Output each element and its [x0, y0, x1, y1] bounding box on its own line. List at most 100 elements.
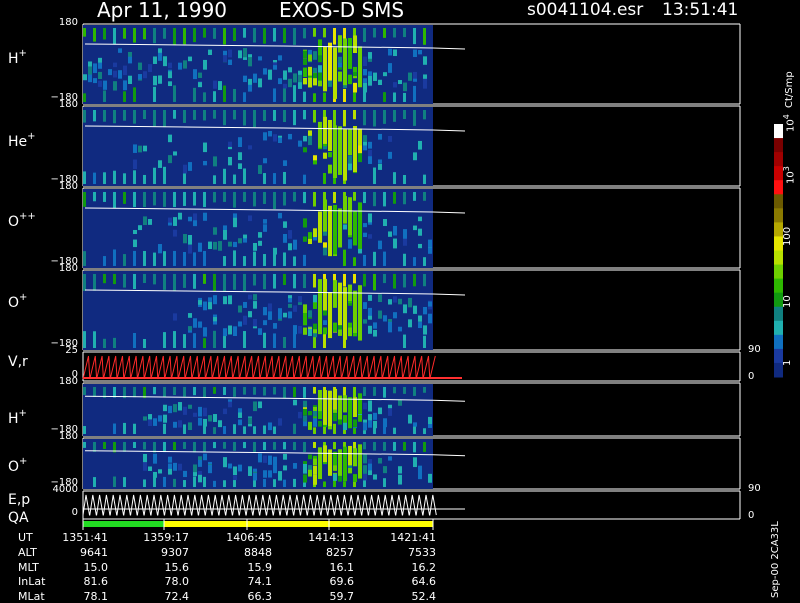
spectrogram-cell	[303, 415, 307, 422]
spectrogram-cell	[163, 251, 166, 266]
spectrogram-cell	[218, 420, 222, 428]
spectrogram-cell	[238, 238, 242, 244]
spectrogram-cell	[308, 66, 312, 76]
spectrogram-cell	[368, 470, 372, 476]
spectrogram-cell	[363, 442, 366, 450]
panel-label-base: O	[8, 214, 20, 230]
spectrogram-cell	[193, 318, 197, 328]
spectrogram-cell	[288, 243, 292, 251]
panel-top-tick: 180	[58, 431, 78, 442]
spectrogram-cell	[273, 110, 276, 121]
spectrogram-cell	[148, 421, 152, 427]
spectrogram-cell	[363, 68, 367, 76]
spectrogram-cell	[408, 319, 412, 328]
spectrogram-cell	[248, 311, 252, 318]
colorbar-segment	[774, 306, 783, 322]
spectrogram-cell	[363, 274, 366, 287]
footer-value: 8848	[244, 546, 272, 559]
spectrogram-cell	[213, 414, 217, 422]
spectrogram-cell	[283, 221, 287, 228]
spectrogram-cell	[243, 256, 246, 266]
colorbar-tick-base: 100	[782, 226, 793, 246]
spectrogram-cell	[123, 110, 126, 121]
spectrogram-cell	[273, 456, 277, 466]
spectrogram-cell	[258, 232, 262, 238]
spectrogram-cell	[353, 274, 356, 284]
footer-value: 59.7	[329, 590, 355, 603]
spectrogram-cell	[413, 152, 417, 161]
spectrogram-cell	[193, 442, 196, 453]
spectrogram-cell	[273, 173, 276, 184]
spectrogram-cell	[188, 326, 192, 331]
spectrogram-cell	[213, 442, 216, 449]
spectrogram-cell	[253, 251, 256, 266]
spectrogram-cell	[343, 481, 346, 487]
spectrogram-cell	[158, 469, 162, 474]
spectrogram-hotspot	[353, 211, 357, 242]
spectrogram-cell	[193, 412, 197, 417]
spectrogram-cell	[183, 164, 187, 174]
spectrogram-cell	[203, 453, 207, 461]
panel-label-sup: +	[18, 48, 27, 59]
spectrogram-cell	[148, 64, 152, 73]
spectrogram-cell	[278, 309, 282, 319]
spectrogram-cell	[213, 175, 216, 184]
spectrogram-cell	[413, 442, 416, 453]
spectrogram-cell	[378, 133, 382, 140]
spectrogram-cell	[268, 455, 272, 463]
ep-right-bottom-tick: 0	[748, 510, 755, 521]
footer-value: 8257	[326, 546, 354, 559]
spectrogram-cell	[163, 110, 166, 128]
spectrogram-cell	[348, 163, 352, 171]
spectrogram-cell	[283, 479, 286, 487]
spectrogram-cell	[378, 294, 382, 303]
spectrogram-cell	[293, 85, 296, 102]
spectrogram-cell	[203, 28, 206, 38]
spectrogram-cell	[423, 28, 426, 45]
spectrogram-cell	[203, 274, 206, 284]
spectrogram-cell	[93, 477, 96, 487]
spectrogram-cell	[333, 192, 336, 204]
spectrogram-cell	[273, 442, 276, 450]
spectrogram-cell	[283, 274, 286, 285]
spectrogram-hotspot	[358, 128, 362, 146]
spectrogram-cell	[223, 274, 226, 292]
spectrogram-cell	[168, 71, 172, 79]
header-time: 13:51:41	[662, 0, 739, 20]
spectrogram-cell	[363, 402, 367, 410]
spectrogram-cell	[313, 192, 316, 207]
spectrogram-cell	[173, 421, 177, 428]
spectrogram-cell	[288, 311, 292, 319]
spectrogram-cell	[243, 92, 246, 102]
spectrogram-cell	[298, 296, 302, 303]
spectrogram-cell	[203, 476, 206, 487]
spectrogram-cell	[208, 297, 212, 303]
spectrogram-cell	[208, 241, 212, 250]
spectrogram-cell	[293, 423, 296, 434]
spectrogram-cell	[83, 171, 86, 184]
spectrogram-cell	[293, 387, 296, 398]
spectrogram-cell	[318, 72, 322, 81]
spectrogram-cell	[283, 312, 287, 318]
spectrogram-cell	[313, 442, 316, 448]
spectrogram-cell	[93, 172, 96, 184]
spectrogram-cell	[403, 175, 406, 184]
spectrogram-cell	[213, 330, 216, 348]
spectrogram-cell	[153, 110, 156, 127]
spectrogram-hotspot	[353, 290, 357, 333]
spectrogram-cell	[298, 325, 302, 334]
spectrogram-cell	[413, 85, 416, 102]
header-file: s0041104.esr	[527, 0, 644, 20]
footer-row-label: UT	[18, 531, 33, 544]
spectrogram-hotspot	[318, 121, 322, 148]
spectrogram-cell	[383, 72, 387, 77]
spectrogram-cell	[233, 192, 236, 208]
footer-value: 7533	[408, 546, 436, 559]
spectrogram-cell	[373, 28, 376, 38]
spectrogram-cell	[123, 274, 126, 288]
spectrogram-cell	[263, 332, 266, 348]
spectrogram-cell	[363, 82, 367, 93]
spectrogram-hotspot	[333, 280, 337, 308]
footer-value: 1414:13	[308, 531, 354, 544]
spectrogram-cell	[313, 93, 316, 102]
